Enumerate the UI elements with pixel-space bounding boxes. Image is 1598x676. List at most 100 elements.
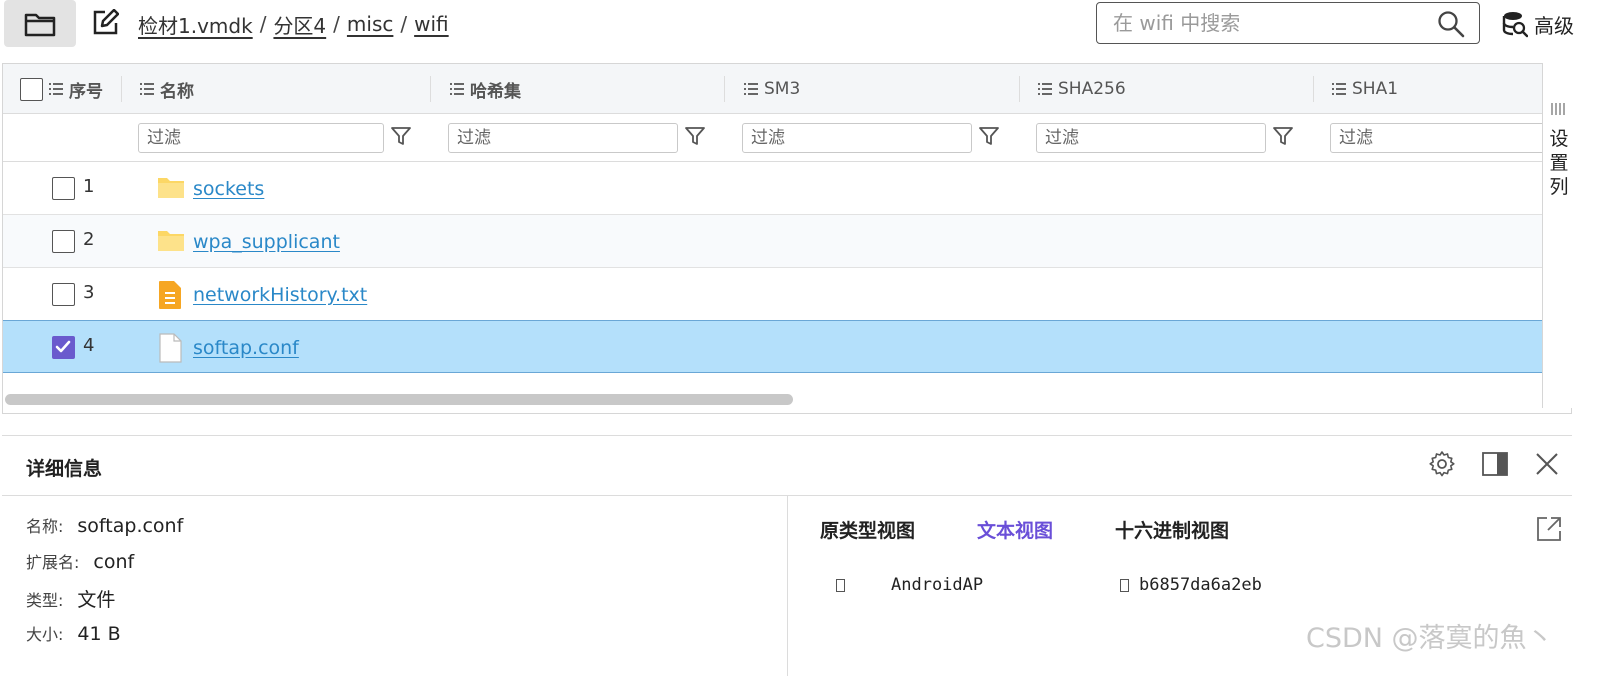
columns-icon: [1551, 103, 1565, 115]
unprintable-glyph-icon: [836, 578, 845, 592]
text-content: b6857da6a2eb: [1120, 575, 1262, 595]
folder-toggle-button[interactable]: [4, 0, 76, 47]
property-value: softap.conf: [77, 515, 184, 537]
column-label: SHA256: [1058, 79, 1126, 99]
column-divider[interactable]: [724, 76, 725, 102]
column-settings-panel[interactable]: 设置列: [1542, 63, 1572, 408]
column-label: 哈希集: [470, 81, 521, 102]
tab-original-view[interactable]: 原类型视图: [820, 516, 915, 543]
column-header-index[interactable]: 序号: [20, 64, 103, 114]
gear-icon[interactable]: [1428, 450, 1456, 478]
column-label: SHA1: [1352, 79, 1399, 99]
column-header-hashset[interactable]: 哈希集: [450, 64, 521, 114]
search-icon[interactable]: [1437, 10, 1465, 38]
column-label: SM3: [764, 79, 801, 99]
property-value: conf: [93, 551, 135, 573]
text-token: b6857da6a2eb: [1139, 575, 1262, 595]
row-index: 2: [83, 229, 95, 250]
list-icon: [450, 83, 464, 95]
filter-icon[interactable]: [1271, 124, 1295, 148]
sha1-filter-input[interactable]: [1330, 123, 1570, 153]
sm3-filter-input[interactable]: [742, 123, 972, 153]
breadcrumb-item[interactable]: 检材1.vmdk: [138, 10, 253, 39]
edit-icon: [93, 9, 119, 35]
list-icon: [744, 83, 758, 95]
column-header-sha1[interactable]: SHA1: [1332, 64, 1398, 114]
database-search-icon: [1502, 12, 1528, 38]
breadcrumb-item[interactable]: 分区4: [273, 10, 326, 39]
horizontal-scrollbar[interactable]: [5, 394, 793, 405]
breadcrumb-item[interactable]: wifi: [414, 12, 449, 36]
column-divider[interactable]: [1313, 76, 1314, 102]
edit-path-button[interactable]: [90, 8, 120, 38]
external-open-icon[interactable]: [1535, 515, 1563, 543]
file-name-link[interactable]: wpa_supplicant: [193, 231, 340, 253]
details-panel: 详细信息 名称: softap.conf 扩展名: conf 类型: 文件 大小…: [2, 435, 1572, 676]
filter-icon[interactable]: [389, 124, 413, 148]
details-title: 详细信息: [26, 458, 103, 480]
tab-hex-view[interactable]: 十六进制视图: [1115, 516, 1229, 543]
details-header: 详细信息: [2, 436, 1572, 496]
property-value: 文件: [77, 589, 116, 611]
column-header-sha256[interactable]: SHA256: [1038, 64, 1126, 114]
file-table: 序号 名称 哈希集 SM3 SHA256 SHA1 过滤 过滤 过滤 过滤 过滤…: [2, 63, 1572, 414]
row-index: 4: [83, 335, 95, 356]
breadcrumb: 检材1.vmdk / 分区4 / misc / wifi: [138, 10, 449, 38]
property-label: 类型:: [26, 591, 64, 610]
unprintable-glyph-icon: [1120, 578, 1129, 592]
breadcrumb-separator: /: [259, 12, 267, 36]
folder-icon: [158, 231, 184, 251]
property-name: 名称: softap.conf: [26, 513, 183, 537]
property-label: 大小:: [26, 625, 64, 644]
column-divider[interactable]: [430, 76, 431, 102]
list-icon: [140, 83, 154, 95]
row-checkbox[interactable]: [52, 283, 75, 306]
select-all-checkbox[interactable]: [20, 77, 43, 101]
close-icon[interactable]: [1533, 450, 1561, 478]
table-row-selected[interactable]: 4 softap.conf: [3, 320, 1571, 373]
property-value: 41 B: [77, 623, 121, 645]
filter-icon[interactable]: [977, 124, 1001, 148]
column-divider[interactable]: [1019, 76, 1020, 102]
list-icon: [1038, 83, 1052, 95]
file-icon: [159, 333, 182, 363]
filter-icon[interactable]: [683, 124, 707, 148]
file-name-link[interactable]: sockets: [193, 178, 264, 200]
row-index: 3: [83, 282, 95, 303]
column-header-sm3[interactable]: SM3: [744, 64, 800, 114]
sha256-filter-input[interactable]: [1036, 123, 1266, 153]
table-row[interactable]: 1 sockets: [3, 162, 1571, 215]
name-filter-input[interactable]: [138, 123, 384, 153]
property-size: 大小: 41 B: [26, 621, 121, 645]
checkmark-icon: [55, 340, 71, 353]
folder-icon: [24, 13, 56, 36]
column-header-name[interactable]: 名称: [140, 64, 194, 114]
search-input[interactable]: [1113, 9, 1423, 37]
property-extension: 扩展名: conf: [26, 549, 134, 573]
column-label: 名称: [160, 81, 194, 102]
breadcrumb-item[interactable]: misc: [347, 12, 393, 36]
property-label: 名称:: [26, 517, 64, 536]
file-name-link[interactable]: networkHistory.txt: [193, 284, 367, 306]
view-tabs: 原类型视图 文本视图 十六进制视图: [820, 516, 1291, 543]
row-checkbox[interactable]: [52, 230, 75, 253]
file-name-link[interactable]: softap.conf: [193, 337, 299, 359]
row-checkbox[interactable]: [52, 177, 75, 200]
tab-text-view[interactable]: 文本视图: [977, 516, 1053, 543]
breadcrumb-separator: /: [333, 12, 340, 36]
folder-icon: [158, 178, 184, 198]
column-divider[interactable]: [121, 76, 122, 102]
row-checkbox-checked[interactable]: [52, 336, 75, 359]
advanced-search-button[interactable]: 高级: [1502, 6, 1574, 42]
text-token: AndroidAP: [891, 575, 984, 595]
split-panel-icon[interactable]: [1481, 450, 1509, 478]
text-file-icon: [159, 281, 181, 309]
list-icon: [49, 83, 63, 95]
watermark: CSDN @落寞的魚丶: [1306, 623, 1554, 654]
table-row[interactable]: 3 networkHistory.txt: [3, 268, 1571, 321]
column-label: 序号: [69, 81, 103, 102]
list-icon: [1332, 83, 1346, 95]
table-row[interactable]: 2 wpa_supplicant: [3, 215, 1571, 268]
hashset-filter-input[interactable]: [448, 123, 678, 153]
text-content: AndroidAP: [836, 575, 983, 595]
